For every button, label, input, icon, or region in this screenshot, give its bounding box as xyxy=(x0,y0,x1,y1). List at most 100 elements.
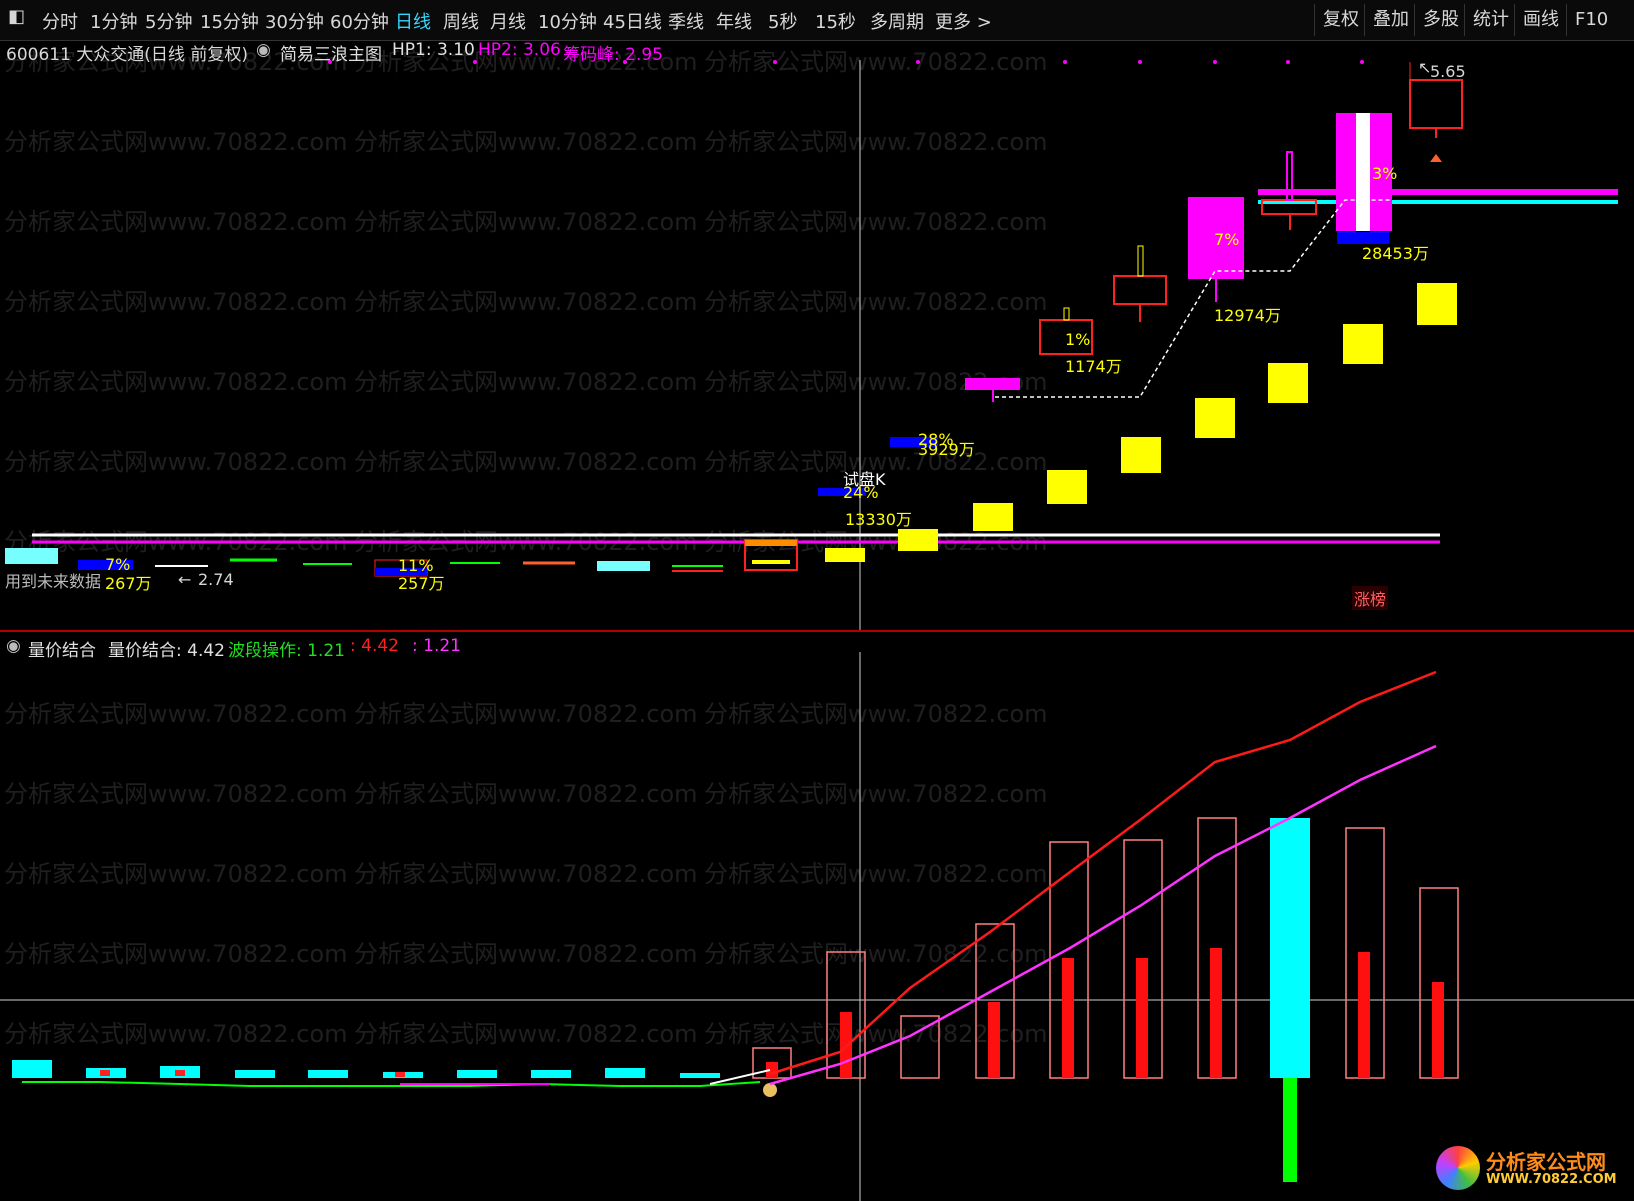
period-toolbar: ◧ 分时 1分钟 5分钟 15分钟 30分钟 60分钟 日线 周线 月线 10分… xyxy=(0,0,1634,41)
buy-signal-icon xyxy=(763,1083,777,1097)
watermark-text: 分析家公式网www.70822.com xyxy=(4,700,348,728)
red-candle-2 xyxy=(1113,275,1167,305)
vol-label-1174: 1174万 xyxy=(1065,357,1122,376)
tab-1min[interactable]: 1分钟 xyxy=(90,8,137,34)
tab-monthly[interactable]: 月线 xyxy=(490,8,526,34)
indicator-toggle-icon[interactable]: ◉ xyxy=(256,40,271,60)
kline-panel[interactable]: 分析家公式网www.70822.com 分析家公式网www.70822.com 分析… xyxy=(0,40,1634,632)
tab-fenshi[interactable]: 分时 xyxy=(42,8,78,34)
watermark-text: 分析家公式网www.70822.com xyxy=(354,128,698,156)
tab-30min[interactable]: 30分钟 xyxy=(265,8,324,34)
candle-8 xyxy=(597,561,650,571)
wave-operation-label: 波段操作: 1.21 xyxy=(228,641,345,661)
watermark-text: 分析家公式网www.70822.com xyxy=(704,860,1048,888)
tab-15sec[interactable]: 15秒 xyxy=(815,8,856,34)
indicator-chart-canvas: 分析家公式网www.70822.com 分析家公式网www.70822.com 分析… xyxy=(0,652,1634,1201)
watermark-text: 分析家公式网www.70822.com xyxy=(4,448,348,476)
watermark-text: 分析家公式网www.70822.com xyxy=(354,860,698,888)
high-price-label: 5.65 xyxy=(1430,62,1466,81)
vol-label-267: 267万 xyxy=(105,574,152,593)
indicator-panel[interactable]: 分析家公式网www.70822.com 分析家公式网www.70822.com 分析… xyxy=(0,632,1634,1201)
flower-logo-icon xyxy=(1436,1146,1480,1190)
future-data-warning: 用到未来数据 xyxy=(5,572,102,591)
statistics-button[interactable]: 统计 xyxy=(1464,4,1517,36)
green-negative-bar xyxy=(1283,1078,1297,1182)
watermark-text: 分析家公式网www.70822.com xyxy=(4,128,348,156)
limit-up-badge: 涨榜 xyxy=(1352,586,1389,610)
tab-60min[interactable]: 60分钟 xyxy=(330,8,389,34)
watermark-text: 分析家公式网www.70822.com xyxy=(4,940,348,968)
rights-button[interactable]: 复权 xyxy=(1314,4,1367,36)
watermark-layer: 分析家公式网www.70822.com 分析家公式网www.70822.com 分析… xyxy=(4,48,1048,556)
tab-15min[interactable]: 15分钟 xyxy=(200,8,259,34)
vol-label-13330: 13330万 xyxy=(845,510,912,529)
tab-45day[interactable]: 45日线 xyxy=(603,8,662,34)
candle-10-inner xyxy=(752,560,790,564)
magenta-line-value: : 1.21 xyxy=(412,636,461,656)
draw-line-button[interactable]: 画线 xyxy=(1514,4,1567,36)
up-arrow-icon xyxy=(1430,154,1442,162)
multi-stock-button[interactable]: 多股 xyxy=(1414,4,1467,36)
tab-5min[interactable]: 5分钟 xyxy=(145,8,192,34)
watermark-text: 分析家公式网www.70822.com xyxy=(704,208,1048,236)
watermark-text: 分析家公式网www.70822.com xyxy=(354,368,698,396)
site-logo: 分析家公式网 WWW.70822.COM xyxy=(1430,1140,1630,1196)
watermark-text: 分析家公式网www.70822.com xyxy=(354,208,698,236)
watermark-text: 分析家公式网www.70822.com xyxy=(4,208,348,236)
watermark-text: 分析家公式网www.70822.com xyxy=(704,128,1048,156)
vol-label-12974: 12974万 xyxy=(1214,306,1281,325)
indicator-collapse-icon[interactable]: ◉ xyxy=(6,636,21,656)
tab-5sec[interactable]: 5秒 xyxy=(768,8,797,34)
watermark-text: 分析家公式网www.70822.com xyxy=(354,1020,698,1048)
watermark-text: 分析家公式网www.70822.com xyxy=(704,780,1048,808)
watermark-text: 分析家公式网www.70822.com xyxy=(354,448,698,476)
watermark-text: 分析家公式网www.70822.com xyxy=(354,940,698,968)
vol-label-28453: 28453万 xyxy=(1362,244,1429,263)
tab-quarterly[interactable]: 季线 xyxy=(668,8,704,34)
pct-label-1: 1% xyxy=(1065,330,1091,349)
overlay-button[interactable]: 叠加 xyxy=(1364,4,1417,36)
pct-label-3: 3% xyxy=(1372,164,1398,183)
more-menu[interactable]: 更多 > xyxy=(935,8,992,34)
panel-toggle-icon[interactable]: ◧ xyxy=(8,6,25,27)
baseline-green xyxy=(22,1081,761,1087)
f10-button[interactable]: F10 xyxy=(1566,4,1616,36)
volume-bars-small xyxy=(12,1060,720,1078)
tab-daily[interactable]: 日线 xyxy=(395,8,431,34)
pct-label-24: 24% xyxy=(843,483,879,502)
watermark-text: 分析家公式网www.70822.com xyxy=(704,700,1048,728)
tab-weekly[interactable]: 周线 xyxy=(443,8,479,34)
low-price-arrow-icon: ← xyxy=(178,570,192,589)
logo-title: 分析家公式网 xyxy=(1486,1150,1606,1174)
watermark-text: 分析家公式网www.70822.com xyxy=(704,288,1048,316)
tab-multi-period[interactable]: 多周期 xyxy=(870,8,924,34)
indicator-name[interactable]: 简易三浪主图 xyxy=(280,40,382,65)
watermark-text: 分析家公式网www.70822.com xyxy=(704,940,1048,968)
watermark-text: 分析家公式网www.70822.com xyxy=(4,1020,348,1048)
logo-url: WWW.70822.COM xyxy=(1486,1172,1617,1187)
hp1-label: HP1: 3.10 xyxy=(392,40,475,60)
watermark-text: 分析家公式网www.70822.com xyxy=(4,860,348,888)
hp2-label: HP2: 3.06 xyxy=(478,40,561,60)
watermark-text: 分析家公式网www.70822.com xyxy=(704,48,1048,76)
red-candle-top xyxy=(1409,79,1463,129)
watermark-text: 分析家公式网www.70822.com xyxy=(4,288,348,316)
candle-0 xyxy=(5,548,58,564)
candle-10-top xyxy=(745,540,797,546)
volume-bar-limit-up xyxy=(1270,818,1310,1078)
vol-label-257: 257万 xyxy=(398,574,445,593)
pct-label-7-mid: 7% xyxy=(1214,230,1240,249)
tab-10min[interactable]: 10分钟 xyxy=(538,8,597,34)
vol-label-3929: 3929万 xyxy=(918,440,975,459)
watermark-text: 分析家公式网www.70822.com xyxy=(354,780,698,808)
watermark-layer: 分析家公式网www.70822.com 分析家公式网www.70822.com 分析… xyxy=(4,700,1048,1048)
watermark-text: 分析家公式网www.70822.com xyxy=(4,780,348,808)
red-line-value: : 4.42 xyxy=(350,636,399,656)
stock-title: 600611 大众交通(日线 前复权) xyxy=(6,45,248,65)
yellow-markers xyxy=(825,283,1457,562)
chip-peak-label: 筹码峰: 2.95 xyxy=(563,45,663,65)
tab-yearly[interactable]: 年线 xyxy=(716,8,752,34)
magenta-candle-1 xyxy=(965,378,1020,390)
low-price-label: 2.74 xyxy=(198,570,234,589)
sub-indicator-name[interactable]: 量价结合 xyxy=(28,636,96,661)
